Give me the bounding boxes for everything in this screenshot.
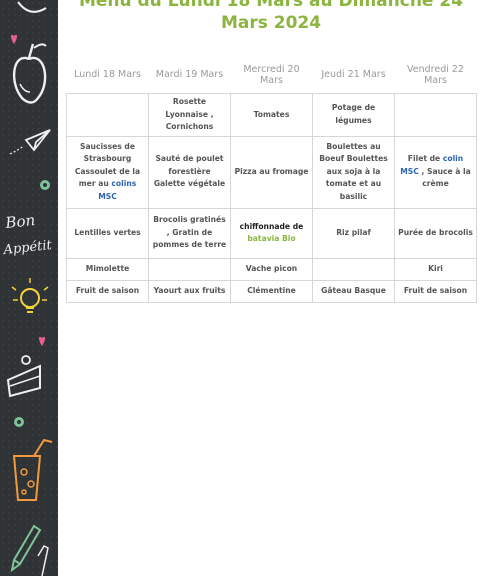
cell-text: Filet de [407, 154, 441, 164]
bio-link[interactable]: batavia Bio [247, 234, 295, 243]
table-cell: Lentilles vertes [66, 207, 149, 259]
table-cell: Kiri [394, 257, 477, 281]
day-header: Mercredi 20 Mars [243, 63, 300, 86]
table-cell: Fruit de saison [394, 279, 477, 303]
chalk-doodles: Bon Appétit [2, 1, 53, 576]
gear-icon [40, 180, 50, 190]
table-cell: Vache picon [230, 257, 313, 281]
page-title: Menu du Lundi 18 Mars au Dimanche 24 Mar… [78, 0, 464, 33]
table-cell [312, 257, 395, 281]
table-row-starter: Rosette Lyonnaise , Cornichons Tomates P… [66, 93, 477, 137]
table-cell: Mimolette [66, 257, 149, 281]
pencil-icon [10, 524, 49, 576]
day-header: Vendredi 22 Mars [407, 63, 464, 86]
table-cell: Boulettes au Boeuf Boulettes aux soja à … [312, 135, 395, 209]
paper-plane-icon [9, 129, 51, 155]
table-header-row: Lundi 18 Mars Mardi 19 Mars Mercredi 20 … [67, 56, 477, 94]
lightbulb-icon [11, 278, 49, 313]
table-cell: Gâteau Basque [312, 279, 395, 303]
cake-icon [6, 355, 41, 398]
table-cell: Rosette Lyonnaise , Cornichons [148, 93, 231, 137]
top-doodle-icon [17, 1, 47, 13]
table-cell: Filet de colin MSC , Sauce à la crème [394, 135, 477, 209]
table-cell: Sauté de poulet forestière Galette végét… [148, 135, 231, 209]
table-cell: Riz pilaf [312, 207, 395, 259]
chalkboard-sidebar: Bon Appétit [0, 0, 58, 576]
drink-icon [12, 438, 53, 501]
menu-table: Lundi 18 Mars Mardi 19 Mars Mercredi 20 … [66, 56, 477, 303]
table-cell: Saucisses de Strasbourg Cassoulet de la … [66, 135, 149, 209]
table-cell: Pizza au fromage [230, 135, 313, 209]
cell-text: , Sauce à la crème [421, 166, 471, 189]
table-row-side: Lentilles vertes Brocolis gratinés , Gra… [66, 207, 477, 259]
table-cell [394, 93, 477, 137]
table-row-main: Saucisses de Strasbourg Cassoulet de la … [66, 135, 477, 209]
day-header: Lundi 18 Mars [74, 69, 141, 80]
cell-text: chiffonnade de [239, 221, 304, 231]
day-header: Jeudi 21 Mars [321, 69, 386, 80]
table-cell [148, 257, 231, 281]
day-header: Mardi 19 Mars [155, 69, 224, 80]
table-cell [66, 93, 149, 137]
table-cell: chiffonnade de batavia Bio [230, 207, 313, 259]
table-row-cheese: Mimolette Vache picon Kiri [66, 257, 477, 281]
svg-text:Bon: Bon [4, 211, 36, 232]
apple-icon [13, 43, 47, 104]
table-cell: Tomates [230, 93, 313, 137]
svg-text:Appétit: Appétit [2, 238, 53, 258]
table-cell: Fruit de saison [66, 279, 149, 303]
table-cell: Clémentine [230, 279, 313, 303]
table-cell: Purée de brocolis [394, 207, 477, 259]
gear-icon-2 [14, 417, 24, 427]
table-row-dessert: Fruit de saison Yaourt aux fruits Clémen… [66, 279, 477, 303]
table-cell: Brocolis gratinés , Gratin de pommes de … [148, 207, 231, 259]
table-cell: Yaourt aux fruits [148, 279, 231, 303]
bon-appetit-text: Bon Appétit [2, 211, 53, 258]
heart-icon [11, 34, 17, 44]
heart-icon-2 [39, 336, 45, 346]
table-cell: Potage de légumes [312, 93, 395, 137]
